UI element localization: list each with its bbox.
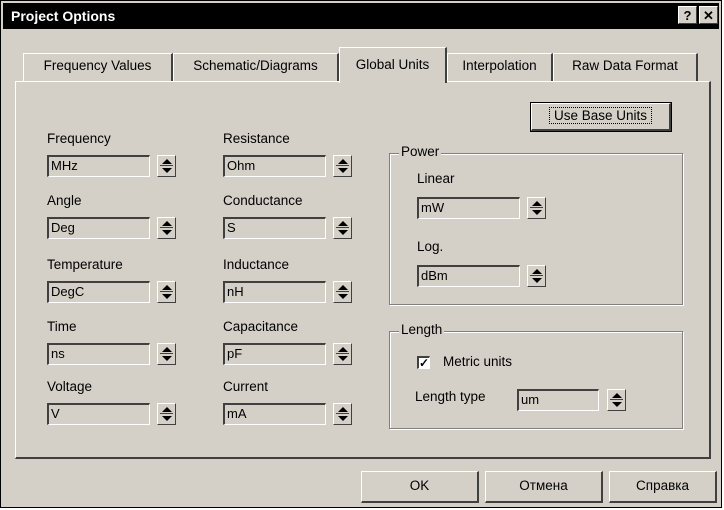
length-type-spinner[interactable] [607, 389, 626, 411]
temperature-unit-field[interactable]: DegC [47, 281, 150, 303]
conductance-unit-field[interactable]: S [223, 217, 326, 239]
capacitance-label: Capacitance [223, 319, 299, 334]
use-base-units-label: Use Base Units [548, 107, 653, 124]
inductance-label: Inductance [223, 257, 290, 272]
time-unit-spinner[interactable] [157, 343, 176, 365]
cancel-button[interactable]: Отмена [485, 471, 603, 503]
length-group-title: Length [399, 322, 445, 337]
help-icon[interactable]: ? [678, 6, 697, 24]
capacitance-unit-field[interactable]: pF [223, 343, 326, 365]
time-unit-field[interactable]: ns [47, 343, 150, 365]
metric-units-label: Metric units [443, 354, 513, 369]
resistance-unit-field[interactable]: Ohm [223, 155, 326, 177]
angle-label: Angle [47, 193, 82, 208]
frequency-label: Frequency [47, 131, 111, 146]
frequency-unit-spinner[interactable] [157, 155, 176, 177]
metric-units-checkbox[interactable]: ✓ [417, 356, 430, 369]
current-label: Current [223, 379, 269, 394]
length-type-field[interactable]: um [517, 389, 599, 411]
length-type-label: Length type [415, 389, 486, 404]
use-base-units-button[interactable]: Use Base Units [530, 102, 672, 132]
voltage-unit-spinner[interactable] [157, 403, 176, 425]
conductance-label: Conductance [223, 193, 303, 208]
angle-unit-spinner[interactable] [157, 217, 176, 239]
power-group-title: Power [399, 144, 442, 159]
capacitance-unit-spinner[interactable] [333, 343, 352, 365]
tab-raw-data-format[interactable]: Raw Data Format [553, 53, 698, 81]
power-log-spinner[interactable] [527, 265, 546, 287]
temperature-unit-spinner[interactable] [157, 281, 176, 303]
inductance-unit-field[interactable]: nH [223, 281, 326, 303]
voltage-unit-field[interactable]: V [47, 403, 150, 425]
close-icon[interactable]: ✕ [699, 6, 718, 24]
checkmark-icon: ✓ [419, 356, 430, 370]
time-label: Time [47, 319, 77, 334]
power-linear-field[interactable]: mW [417, 197, 520, 219]
resistance-unit-spinner[interactable] [333, 155, 352, 177]
power-linear-spinner[interactable] [527, 197, 546, 219]
current-unit-spinner[interactable] [333, 403, 352, 425]
tab-global-units[interactable]: Global Units [339, 47, 447, 83]
current-unit-field[interactable]: mA [223, 403, 326, 425]
frequency-unit-field[interactable]: MHz [47, 155, 150, 177]
tab-interpolation[interactable]: Interpolation [447, 53, 553, 81]
project-options-dialog: Project Options ? ✕ Frequency Values Sch… [0, 0, 722, 508]
help-button[interactable]: Справка [609, 471, 717, 503]
angle-unit-field[interactable]: Deg [47, 217, 150, 239]
inductance-unit-spinner[interactable] [333, 281, 352, 303]
length-group [389, 331, 683, 429]
title-bar: Project Options ? ✕ [3, 3, 719, 29]
ok-button[interactable]: OK [361, 471, 479, 503]
power-log-field[interactable]: dBm [417, 265, 520, 287]
window-title: Project Options [11, 8, 116, 24]
tab-frequency-values[interactable]: Frequency Values [23, 53, 173, 81]
temperature-label: Temperature [47, 257, 123, 272]
tab-schematic-diagrams[interactable]: Schematic/Diagrams [173, 53, 339, 81]
power-log-label: Log. [417, 239, 444, 254]
resistance-label: Resistance [223, 131, 290, 146]
conductance-unit-spinner[interactable] [333, 217, 352, 239]
power-linear-label: Linear [417, 171, 455, 186]
voltage-label: Voltage [47, 379, 93, 394]
